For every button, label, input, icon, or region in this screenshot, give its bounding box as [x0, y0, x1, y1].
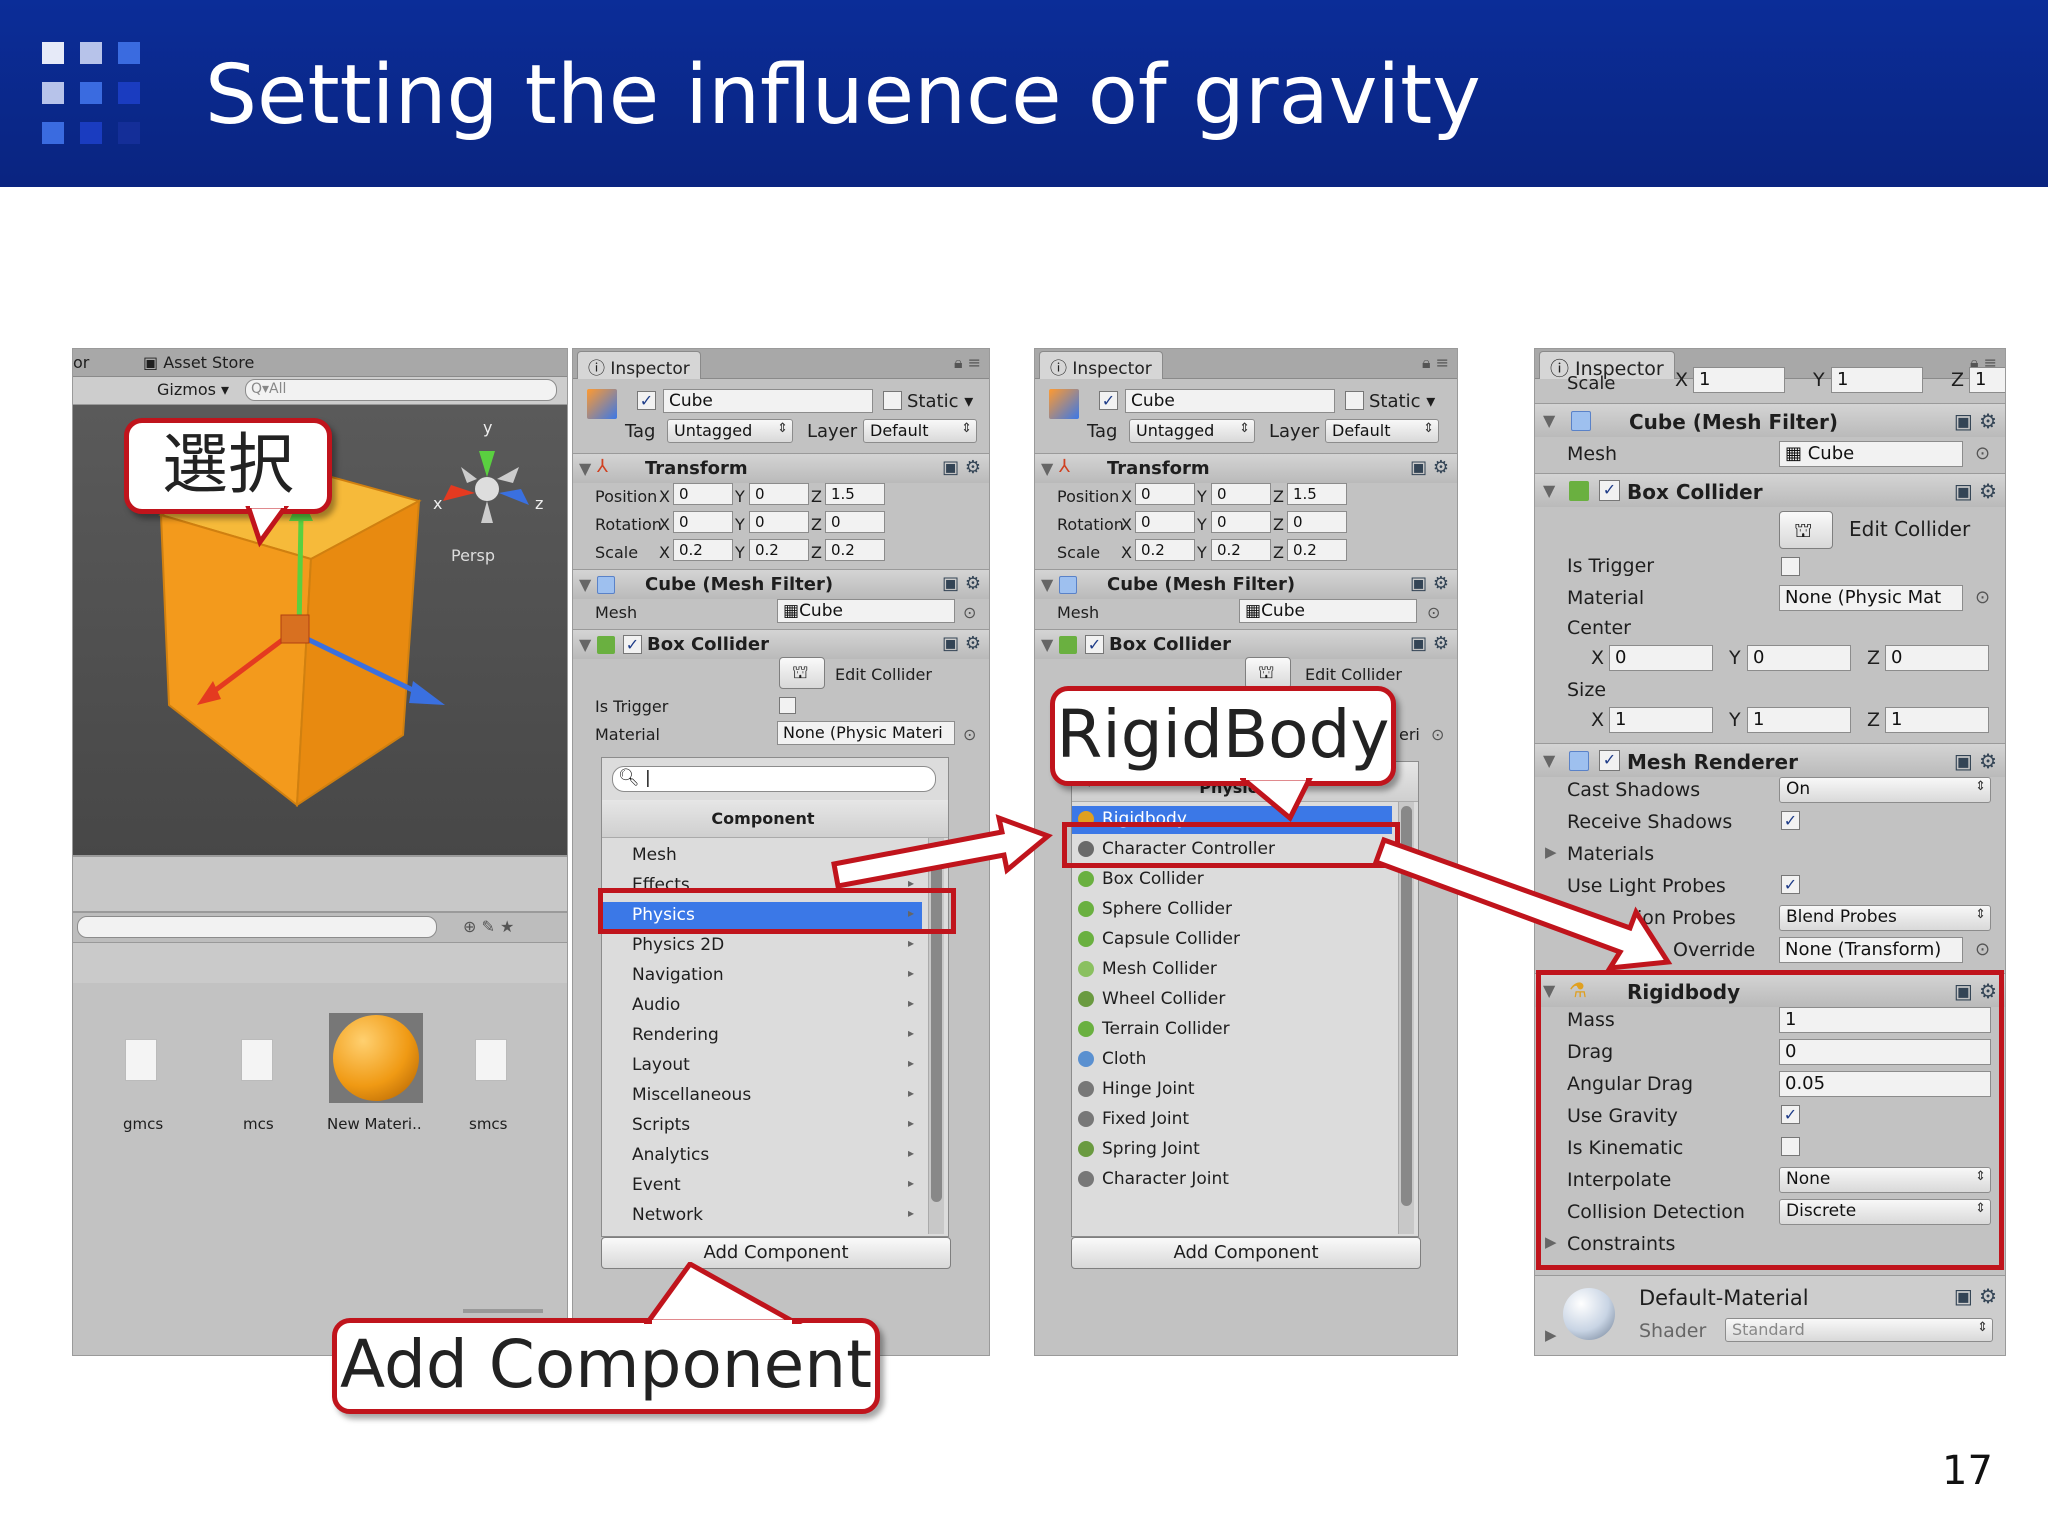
page-number: 17 — [1942, 1448, 1993, 1494]
arrow-right-icon — [831, 814, 1053, 889]
arrow-down-right-icon — [1372, 836, 1673, 972]
annotation-arrows — [831, 814, 1673, 972]
slide: Setting the influence of gravity or ▣ As… — [0, 0, 2048, 1536]
callout-pointer — [245, 506, 290, 548]
callout-rigidbody: RigidBody — [1050, 686, 1396, 786]
callout-select: 選択 — [124, 418, 332, 514]
callout-add-component: Add Component — [332, 1318, 880, 1414]
callout-pointer — [1240, 778, 1313, 822]
callout-add-component-text: Add Component — [340, 1326, 872, 1403]
callout-rigidbody-text: RigidBody — [1056, 696, 1390, 773]
callout-select-text: 選択 — [162, 426, 294, 503]
callout-pointer — [644, 1262, 803, 1324]
